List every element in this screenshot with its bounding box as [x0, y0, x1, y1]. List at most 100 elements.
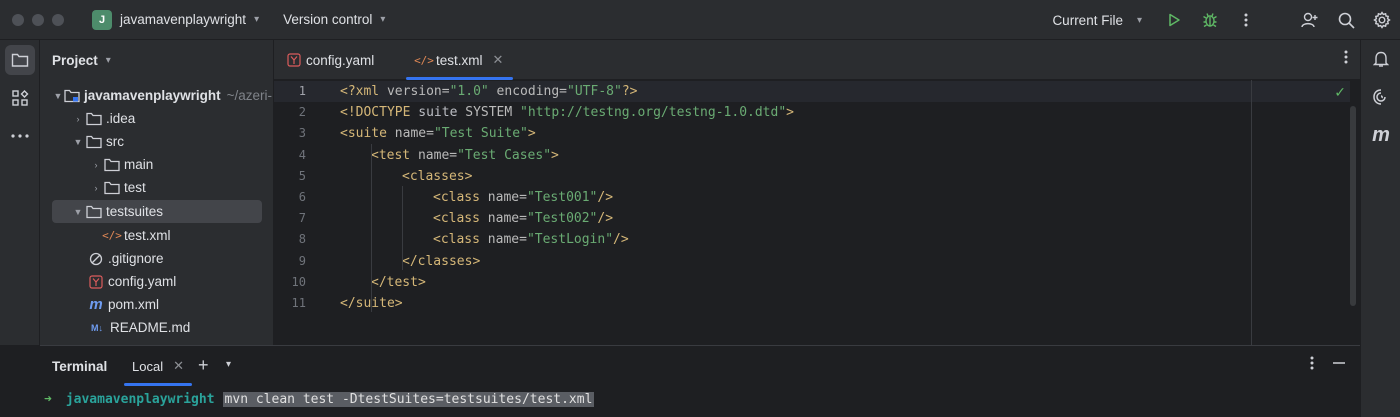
- code-token: suite: [418, 105, 466, 121]
- run-icon[interactable]: [1156, 0, 1192, 40]
- no-problems-check-icon[interactable]: ✓: [1334, 84, 1346, 101]
- project-switcher[interactable]: javamavenplaywright: [120, 12, 246, 27]
- tree-item-config-yaml[interactable]: config.yaml: [88, 270, 176, 293]
- chevron-down-icon[interactable]: ▾: [226, 359, 231, 370]
- more-horizontal-icon: [10, 134, 29, 138]
- tab-config-yaml[interactable]: config.yaml: [286, 40, 374, 80]
- line-number[interactable]: 3: [274, 126, 306, 140]
- code-line[interactable]: <?xml version="1.0" encoding="UTF-8"?>: [340, 81, 637, 102]
- code-line[interactable]: <classes>: [402, 166, 472, 187]
- line-number[interactable]: 8: [274, 232, 306, 246]
- minimize-window-button[interactable]: [32, 13, 44, 26]
- project-tool-button[interactable]: [4, 45, 35, 75]
- tree-item-pom-xml[interactable]: m pom.xml: [88, 293, 159, 316]
- tree-item-src[interactable]: ▼ src: [70, 130, 124, 153]
- chevron-down-icon[interactable]: ▾: [254, 14, 259, 25]
- code-line[interactable]: <suite name="Test Suite">: [340, 123, 536, 144]
- line-number-gutter[interactable]: 1 2 3 4 5 6 7 8 9 10 11: [274, 80, 340, 345]
- code-token: "Test Cases": [457, 147, 552, 163]
- editor-scrollbar[interactable]: [1350, 106, 1356, 306]
- vcs-widget[interactable]: Version control: [283, 12, 372, 27]
- code-token: <class: [433, 232, 488, 248]
- code-line[interactable]: <test name="Test Cases">: [371, 145, 559, 166]
- notifications-bell-icon[interactable]: [1361, 40, 1400, 78]
- tree-item-root[interactable]: ▼ javamavenplaywright ~/azeri-: [52, 84, 272, 107]
- terminal-prompt-line[interactable]: ➜ javamavenplaywright mvn clean test -Dt…: [44, 388, 595, 410]
- line-number[interactable]: 5: [274, 169, 306, 183]
- new-terminal-plus-icon[interactable]: +: [198, 355, 209, 376]
- line-number[interactable]: 2: [274, 105, 306, 119]
- line-number[interactable]: 7: [274, 211, 306, 225]
- code-token: "TestLogin": [526, 232, 614, 248]
- right-margin-guide: [1251, 80, 1252, 345]
- close-tab-icon[interactable]: ✕: [493, 52, 504, 68]
- maven-tool-icon[interactable]: m: [1361, 116, 1400, 154]
- code-token: "http://testng.org/testng-1.0.dtd": [520, 105, 787, 121]
- tree-item-label: test: [124, 180, 146, 195]
- chevron-down-icon[interactable]: ▾: [1137, 15, 1142, 26]
- more-tools-button[interactable]: [5, 121, 35, 151]
- code-token: "Test002": [526, 211, 598, 227]
- chevron-right-icon[interactable]: ›: [70, 114, 86, 124]
- structure-tool-button[interactable]: [5, 83, 35, 113]
- zoom-window-button[interactable]: [52, 13, 64, 26]
- tree-item-label: .gitignore: [108, 251, 164, 266]
- yaml-file-icon: [88, 274, 104, 290]
- project-panel: Project ▾ ▼ javamavenplaywright ~/azeri-…: [40, 40, 274, 345]
- chevron-right-icon[interactable]: ›: [88, 183, 104, 193]
- tree-item-label: test.xml: [124, 228, 171, 243]
- code-line[interactable]: <class name="Test002"/>: [433, 208, 613, 229]
- close-tab-icon[interactable]: ✕: [173, 358, 184, 374]
- add-user-icon[interactable]: [1292, 0, 1328, 40]
- chevron-down-icon[interactable]: ▾: [380, 14, 385, 25]
- terminal-options-icon[interactable]: [1310, 356, 1314, 373]
- code-line[interactable]: <!DOCTYPE suite SYSTEM "http://testng.or…: [340, 102, 794, 123]
- settings-gear-icon[interactable]: [1364, 0, 1400, 40]
- project-panel-header[interactable]: Project ▾: [40, 40, 273, 80]
- tab-test-xml[interactable]: </> test.xml ✕: [406, 40, 514, 80]
- tab-label: config.yaml: [306, 52, 375, 68]
- code-token: ?>: [621, 84, 638, 99]
- chevron-down-icon[interactable]: ▼: [52, 91, 64, 101]
- tree-item-idea[interactable]: › .idea: [70, 107, 136, 130]
- close-window-button[interactable]: [12, 13, 24, 26]
- tree-item-label: src: [106, 134, 124, 149]
- chevron-down-icon[interactable]: ▼: [70, 137, 86, 147]
- prompt-cwd: javamavenplaywright: [65, 391, 215, 407]
- search-icon[interactable]: [1328, 0, 1364, 40]
- indent-guide: [402, 186, 403, 270]
- debug-icon[interactable]: [1192, 0, 1228, 40]
- line-number[interactable]: 6: [274, 190, 306, 204]
- code-line[interactable]: <class name="TestLogin"/>: [433, 229, 629, 250]
- tree-item-readme[interactable]: M↓ README.md: [88, 316, 190, 339]
- code-editor[interactable]: 1 2 3 4 5 6 7 8 9 10 11 <?xml version="1.0" encodi…: [274, 80, 1360, 345]
- project-badge[interactable]: J: [92, 9, 112, 30]
- run-config-selector[interactable]: Current File: [1052, 13, 1123, 28]
- folder-icon: [11, 53, 28, 67]
- line-number[interactable]: 10: [274, 275, 306, 289]
- code-line[interactable]: </test>: [371, 272, 426, 293]
- code-line[interactable]: <class name="Test001"/>: [433, 187, 613, 208]
- chevron-down-icon[interactable]: ▼: [70, 207, 86, 217]
- chevron-right-icon[interactable]: ›: [88, 160, 104, 170]
- tabs-menu-icon[interactable]: [1344, 50, 1348, 67]
- chevron-down-icon[interactable]: ▾: [106, 55, 111, 66]
- line-number[interactable]: 11: [274, 296, 306, 310]
- more-actions-icon[interactable]: [1228, 0, 1264, 40]
- terminal-tab-local[interactable]: Local ✕: [124, 346, 192, 386]
- tree-item-test[interactable]: › test: [88, 176, 146, 199]
- tree-item-test-xml[interactable]: </> test.xml: [102, 224, 171, 247]
- line-number[interactable]: 9: [274, 254, 306, 268]
- line-number[interactable]: 4: [274, 148, 306, 162]
- terminal-command-input[interactable]: mvn clean test -DtestSuites=testsuites/t…: [222, 391, 595, 407]
- tree-item-testsuites[interactable]: ▼ testsuites: [52, 200, 262, 223]
- code-token: </test>: [371, 274, 426, 290]
- code-line[interactable]: </classes>: [402, 251, 480, 272]
- tree-item-gitignore[interactable]: .gitignore: [88, 247, 164, 270]
- tree-item-main[interactable]: › main: [88, 153, 154, 176]
- line-number[interactable]: 1: [274, 84, 306, 98]
- ai-assistant-icon[interactable]: [1361, 78, 1400, 116]
- code-token: <test: [371, 147, 418, 163]
- minimize-panel-icon[interactable]: [1332, 356, 1346, 373]
- code-token: />: [613, 232, 629, 248]
